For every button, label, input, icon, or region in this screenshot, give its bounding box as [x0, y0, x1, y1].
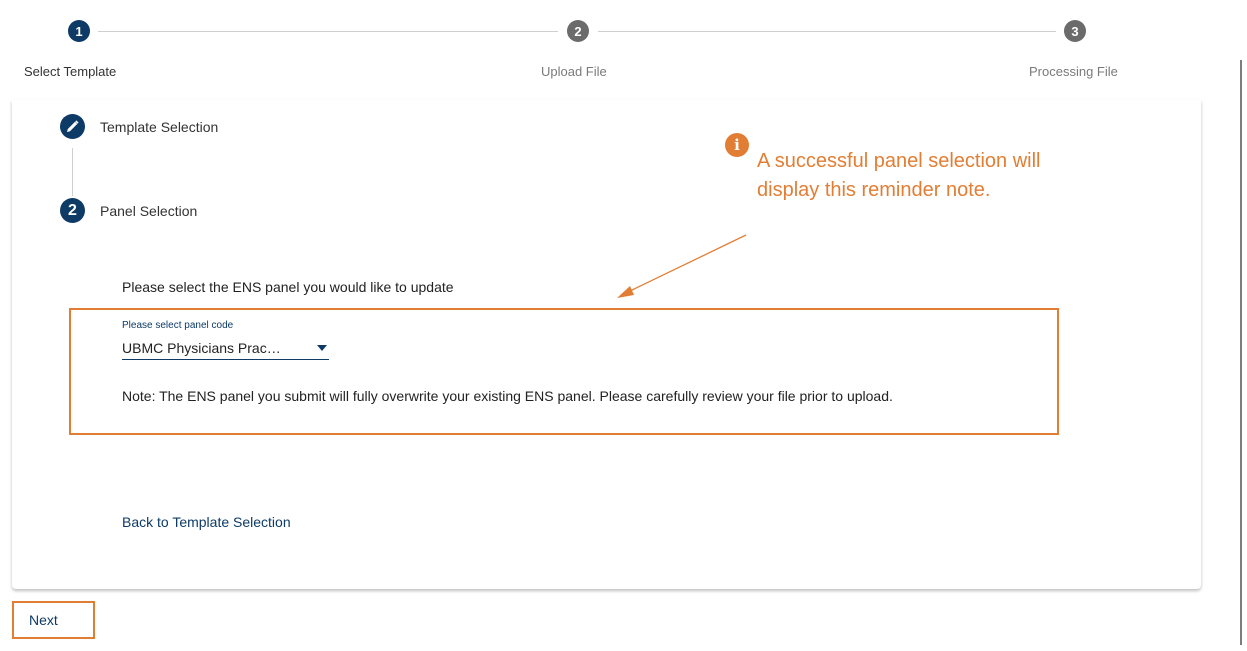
callout-arrow	[617, 234, 747, 298]
